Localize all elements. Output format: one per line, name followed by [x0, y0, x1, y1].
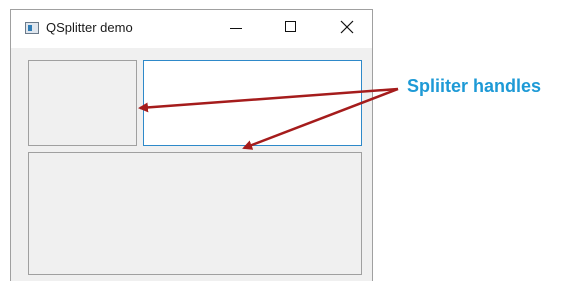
maximize-button[interactable] — [266, 10, 312, 44]
screenshot-stage: QSplitter demo Spliiter handles — [0, 0, 577, 281]
annotation-label: Spliiter handles — [407, 76, 542, 96]
top-left-pane[interactable] — [28, 60, 137, 146]
window-titlebar[interactable]: QSplitter demo — [11, 10, 372, 48]
app-window-icon[interactable] — [25, 22, 39, 34]
maximize-icon — [285, 21, 296, 32]
qsplitter-demo-window: QSplitter demo — [10, 9, 373, 281]
bottom-pane[interactable] — [28, 152, 362, 275]
minimize-icon — [230, 28, 242, 29]
minimize-button[interactable] — [211, 10, 257, 44]
close-button[interactable] — [323, 10, 369, 44]
close-icon — [340, 20, 354, 34]
window-title: QSplitter demo — [46, 20, 133, 35]
top-right-pane[interactable] — [143, 60, 362, 146]
